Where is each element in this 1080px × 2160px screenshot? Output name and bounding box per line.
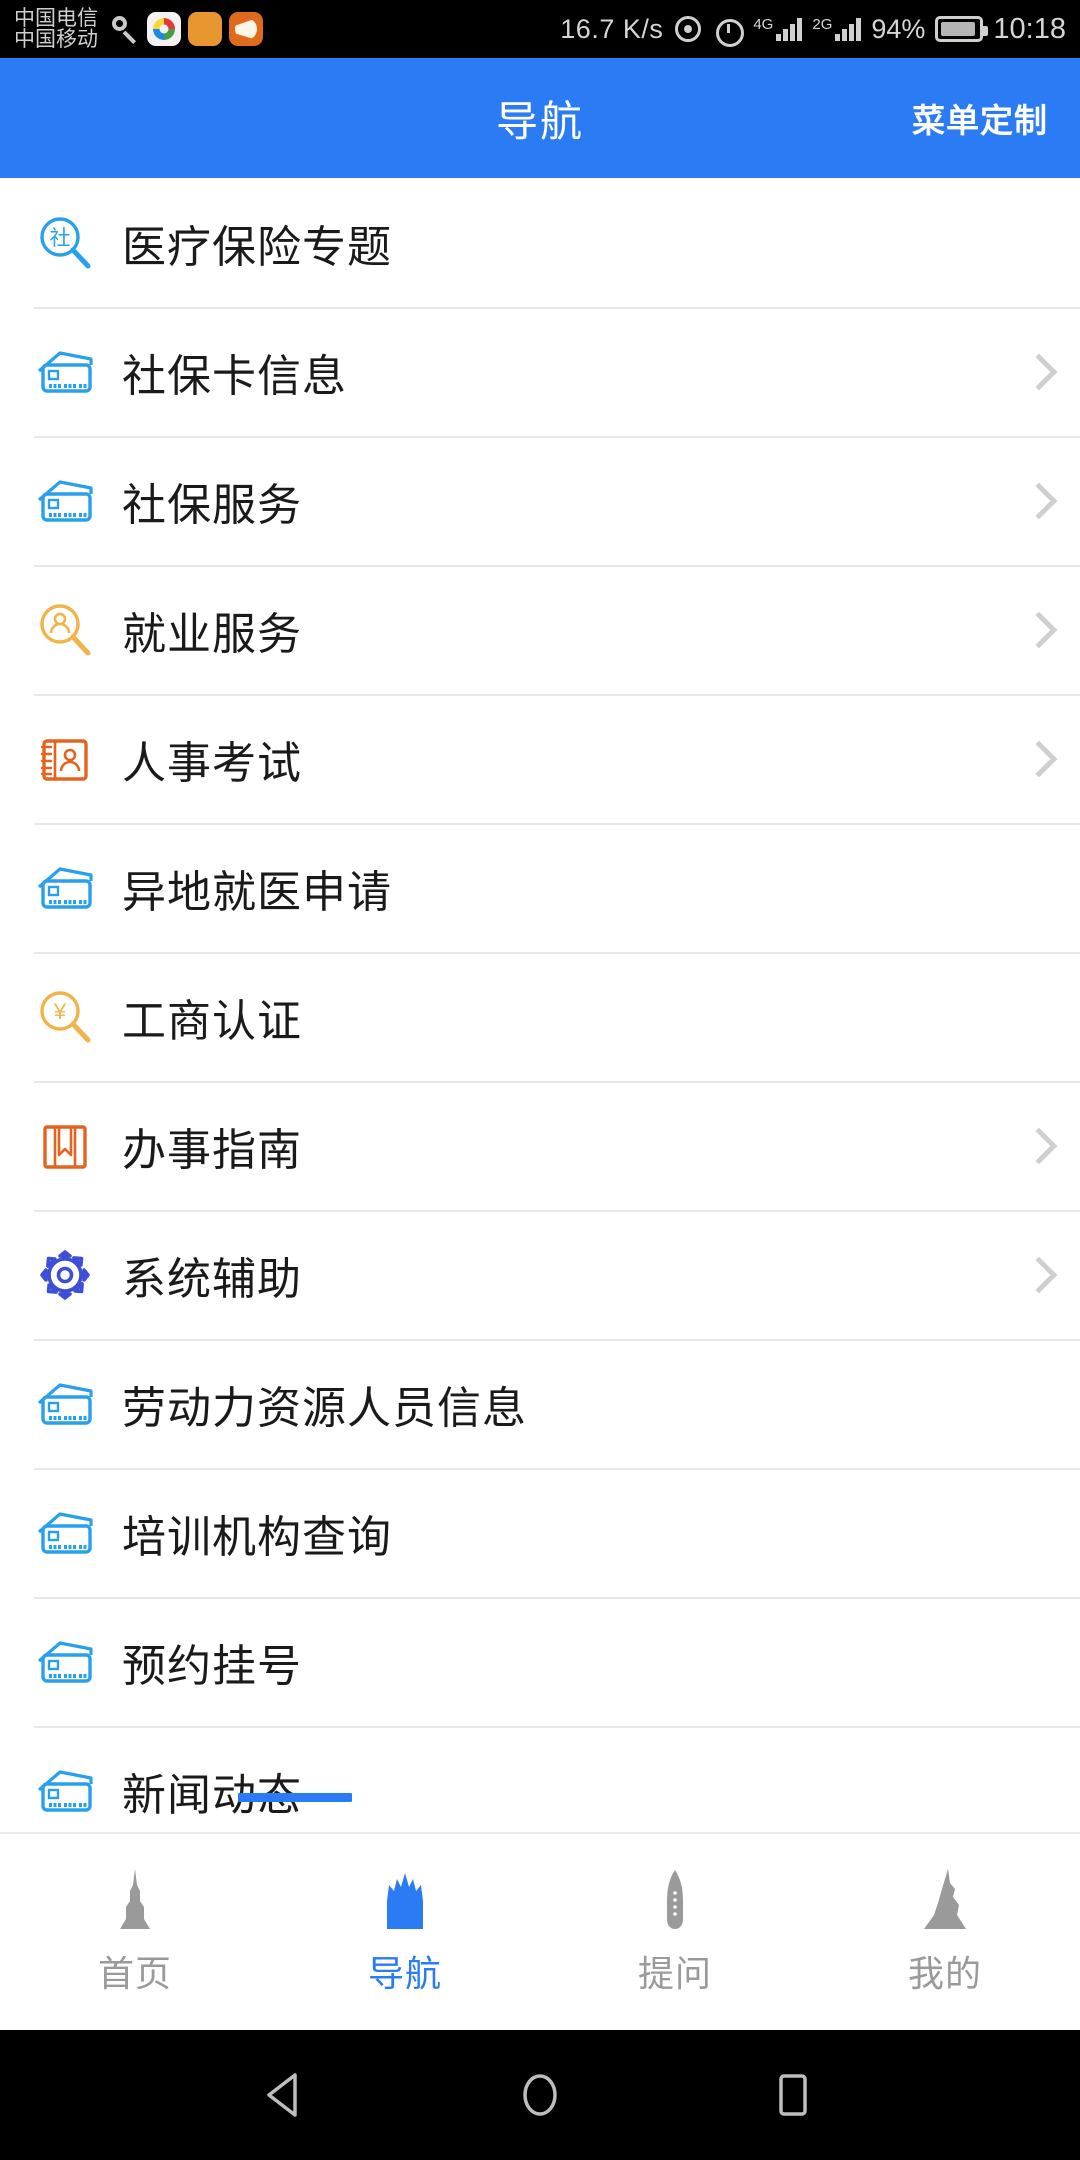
list-item-label: 就业服务 — [122, 609, 302, 659]
magnifier-yuan-icon: ¥ — [34, 986, 96, 1048]
card-icon — [34, 1631, 96, 1693]
scroll-progress-indicator — [238, 1793, 352, 1802]
navigation-list[interactable]: 社 医疗保险专题 社保卡信息 社保服务 就业服务 人事考试 异地就医申请 ¥ 工… — [0, 178, 1080, 1832]
alarm-icon — [713, 14, 745, 47]
list-item[interactable]: 预约挂号 — [0, 1597, 1080, 1726]
fish-app-icon — [229, 12, 263, 46]
card-icon — [34, 341, 96, 403]
list-item[interactable]: 培训机构查询 — [0, 1468, 1080, 1597]
chevron-right-icon — [1020, 1127, 1058, 1164]
chevron-right-icon — [1020, 482, 1058, 519]
list-item-label: 系统辅助 — [122, 1254, 302, 1304]
chevron-right-icon — [1020, 353, 1058, 390]
notebook-person-icon — [34, 728, 96, 790]
list-item-label: 社保卡信息 — [122, 351, 347, 401]
tower-nav-icon — [374, 1867, 436, 1933]
status-right-cluster: 16.7 K/s 4G 2G 94% 10:18 — [560, 12, 1066, 47]
camera-app-icon — [147, 12, 181, 46]
card-icon — [34, 1760, 96, 1822]
list-item[interactable]: 系统辅助 — [0, 1210, 1080, 1339]
battery-percent: 94% — [871, 13, 926, 44]
list-item[interactable]: 劳动力资源人员信息 — [0, 1339, 1080, 1468]
home-circle-icon[interactable] — [510, 2065, 570, 2125]
tower-mine-icon — [914, 1867, 976, 1933]
carrier-labels: 中国电信 中国移动 — [14, 8, 98, 50]
card-icon — [34, 470, 96, 532]
chevron-right-icon — [1020, 1256, 1058, 1293]
svg-text:¥: ¥ — [53, 999, 67, 1024]
list-item[interactable]: 社保卡信息 — [0, 307, 1080, 436]
network-speed: 16.7 K/s — [560, 13, 664, 44]
recents-square-icon[interactable] — [763, 2065, 823, 2125]
chevron-right-icon — [1020, 611, 1058, 648]
tab-3[interactable]: 提问 — [540, 1867, 810, 1997]
carrier-primary: 中国电信 — [14, 7, 98, 30]
signal-1-label: 4G — [753, 16, 774, 33]
phone-screen: 中国电信 中国移动 16.7 K/s 4G 2G 94% 10:18 导航 菜单… — [0, 0, 1080, 2160]
list-item-label: 人事考试 — [122, 738, 302, 788]
list-item[interactable]: 办事指南 — [0, 1081, 1080, 1210]
list-item-label: 办事指南 — [122, 1125, 302, 1175]
list-item-label: 医疗保险专题 — [122, 222, 392, 272]
list-item[interactable]: 异地就医申请 — [0, 823, 1080, 952]
list-item[interactable]: 新闻动态 — [0, 1726, 1080, 1832]
tab-label: 首页 — [97, 1953, 172, 1994]
key-icon — [110, 14, 140, 45]
signal-2-label: 2G — [812, 16, 833, 33]
list-item-label: 异地就医申请 — [122, 867, 392, 917]
magnifier-person-icon — [34, 599, 96, 661]
hotspot-icon — [673, 14, 703, 44]
tab-1[interactable]: 首页 — [0, 1867, 270, 1997]
list-item[interactable]: 就业服务 — [0, 565, 1080, 694]
card-icon — [34, 857, 96, 919]
list-item-label: 培训机构查询 — [122, 1512, 392, 1562]
list-item-label: 劳动力资源人员信息 — [122, 1383, 527, 1433]
list-item-label: 新闻动态 — [122, 1770, 302, 1820]
battery-icon — [935, 16, 989, 42]
list-item[interactable]: 社 医疗保险专题 — [0, 178, 1080, 307]
list-item-label: 社保服务 — [122, 480, 302, 530]
list-item[interactable]: 社保服务 — [0, 436, 1080, 565]
tab-label: 我的 — [907, 1953, 982, 1994]
chevron-right-icon — [1020, 740, 1058, 777]
tab-label: 导航 — [367, 1953, 442, 1994]
page-title: 导航 — [495, 97, 584, 145]
clock: 10:18 — [993, 12, 1066, 45]
list-item-label: 工商认证 — [122, 996, 302, 1046]
signal-bars-secondary-icon: 2G — [812, 16, 862, 41]
back-triangle-icon[interactable] — [257, 2065, 317, 2125]
bottom-tab-bar[interactable]: 首页 导航 提问 我的 — [0, 1832, 1080, 2030]
app-header: 导航 菜单定制 — [0, 58, 1080, 178]
tab-4[interactable]: 我的 — [810, 1867, 1080, 1997]
gear-icon — [34, 1244, 96, 1306]
status-bar: 中国电信 中国移动 16.7 K/s 4G 2G 94% 10:18 — [0, 0, 1080, 58]
tower-home-icon — [104, 1867, 166, 1933]
book-icon — [34, 1115, 96, 1177]
list-item[interactable]: 人事考试 — [0, 694, 1080, 823]
list-item-label: 预约挂号 — [122, 1641, 302, 1691]
android-nav-bar[interactable] — [0, 2030, 1080, 2160]
magnifier-shebao-icon: 社 — [34, 212, 96, 274]
list-item[interactable]: ¥ 工商认证 — [0, 952, 1080, 1081]
svg-text:社: 社 — [50, 227, 71, 250]
card-icon — [34, 1502, 96, 1564]
menu-customize-button[interactable]: 菜单定制 — [912, 94, 1048, 142]
tab-2[interactable]: 导航 — [270, 1867, 540, 1997]
signal-bars-icon: 4G — [753, 16, 803, 41]
tower-ask-icon — [644, 1867, 706, 1933]
card-icon — [34, 1373, 96, 1435]
carrier-secondary: 中国移动 — [14, 28, 98, 51]
orange-app-icon — [188, 12, 222, 46]
tab-label: 提问 — [637, 1953, 712, 1994]
status-notification-icons — [110, 12, 263, 46]
